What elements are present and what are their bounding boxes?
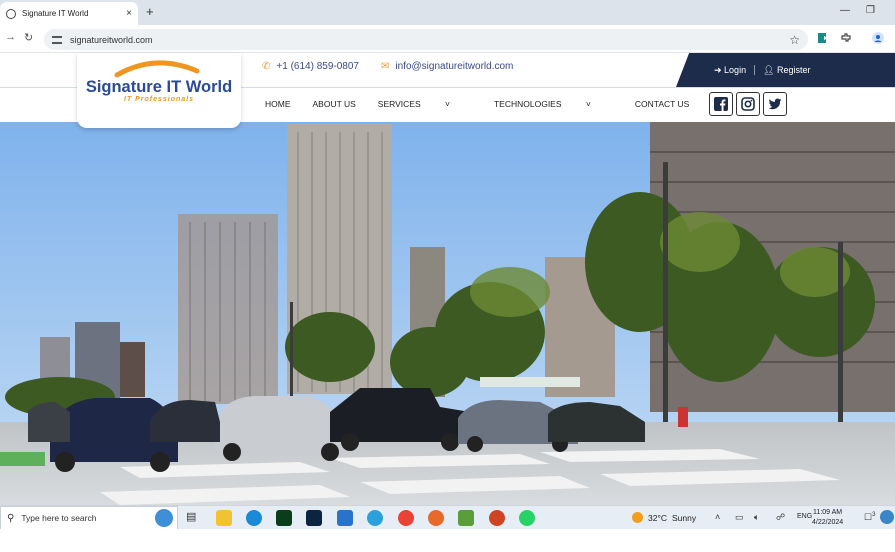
taskbar-search-box[interactable]: ⚲ Type here to search <box>0 506 178 530</box>
extension-icon[interactable] <box>817 32 829 44</box>
chrome-icon[interactable] <box>398 510 414 526</box>
chevron-down-icon: ˅ <box>445 99 450 109</box>
battery-icon[interactable]: ▭ <box>735 512 744 523</box>
hero-banner-image <box>0 122 895 505</box>
auth-bar: ➜ Login 👤︎ Register <box>676 53 895 87</box>
mail-icon[interactable] <box>337 510 353 526</box>
nav-about-us[interactable]: ABOUT US <box>313 99 356 109</box>
file-explorer-icon[interactable] <box>216 510 232 526</box>
weather-temp: 32°C <box>648 512 667 523</box>
register-link[interactable]: 👤︎ Register <box>763 65 810 76</box>
nav-technologies[interactable]: TECHNOLOGIES ˅ <box>494 99 613 109</box>
nav-services-label: SERVICES <box>377 99 421 109</box>
profile-icon[interactable] <box>872 32 884 44</box>
site-favicon-icon <box>6 8 16 19</box>
nav-contact-us[interactable]: CONTACT US <box>635 99 689 109</box>
firefox-icon[interactable] <box>428 510 444 526</box>
weather-desc: Sunny <box>672 512 697 523</box>
weather-app-icon[interactable] <box>880 510 894 524</box>
globe-icon <box>155 509 173 527</box>
search-placeholder: Type here to search <box>21 513 97 523</box>
register-label: Register <box>777 64 811 75</box>
login-label: Login <box>724 64 747 75</box>
website: ✆ +1 (614) 859-0807 ✉ info@signatureitwo… <box>0 53 895 505</box>
windows-taskbar: ⚲ Type here to search ▤ 32°C Sunny ˄ ▭ 🔈… <box>0 505 895 530</box>
facebook-link[interactable] <box>709 92 733 116</box>
site-logo[interactable]: Signature IT World IT Professionals <box>77 53 241 128</box>
forward-icon[interactable]: → <box>5 31 16 43</box>
edge-icon[interactable] <box>246 510 262 526</box>
extensions-puzzle-icon[interactable] <box>840 32 852 44</box>
chevron-down-icon: ˅ <box>585 99 591 109</box>
phone-contact[interactable]: ✆ +1 (614) 859-0807 <box>262 61 359 72</box>
dreamweaver-icon[interactable] <box>276 510 292 526</box>
notification-icon[interactable]: ☐3 <box>864 512 875 523</box>
sun-icon <box>632 512 643 523</box>
clock-time: 11:09 AM <box>813 509 843 516</box>
system-clock[interactable]: 11:09 AM 4/22/2024 <box>812 508 843 528</box>
screen-bottom-margin <box>0 529 895 552</box>
email-contact[interactable]: ✉ info@signatureitworld.com <box>381 61 513 72</box>
chevron-up-icon[interactable]: ˄ <box>715 512 720 522</box>
address-bar[interactable]: signatureitworld.com ☆ <box>44 29 808 50</box>
reload-icon[interactable]: ↻ <box>24 31 33 44</box>
powerpoint-icon[interactable] <box>489 510 505 526</box>
language-indicator[interactable]: ENG <box>797 513 812 520</box>
task-view-icon[interactable]: ▤ <box>186 510 202 526</box>
facebook-icon <box>714 97 728 111</box>
clock-date: 4/22/2024 <box>812 519 844 526</box>
envelope-icon: ✉ <box>381 61 390 72</box>
notification-count: 3 <box>872 512 876 518</box>
instagram-icon <box>741 97 755 111</box>
minimize-icon[interactable]: — <box>840 5 850 16</box>
auth-divider <box>754 65 756 75</box>
telegram-icon[interactable] <box>367 510 383 526</box>
weather-widget[interactable]: 32°C Sunny <box>632 512 696 523</box>
city-street-photo <box>0 122 895 505</box>
site-info-icon[interactable] <box>52 35 62 44</box>
instagram-link[interactable] <box>736 92 760 116</box>
new-tab-button[interactable]: + <box>146 4 154 19</box>
logo-tagline: IT Professionals <box>123 96 195 103</box>
bookmark-star-icon[interactable]: ☆ <box>789 33 800 47</box>
browser-tab[interactable]: Signature IT World × <box>0 2 138 25</box>
twitter-icon <box>768 98 782 110</box>
photoshop-icon[interactable] <box>306 510 322 526</box>
app-icon[interactable] <box>458 510 474 526</box>
network-icon[interactable]: ☍ <box>776 512 785 523</box>
search-icon: ⚲ <box>7 512 15 524</box>
logo-name: Signature IT World <box>85 78 233 96</box>
whatsapp-icon[interactable] <box>519 510 535 526</box>
email-address: info@signatureitworld.com <box>395 61 514 72</box>
nav-home[interactable]: HOME <box>265 99 291 109</box>
tab-close-icon[interactable]: × <box>126 8 132 19</box>
login-link[interactable]: ➜ Login <box>714 65 746 76</box>
phone-number: +1 (614) 859-0807 <box>276 61 359 72</box>
restore-icon[interactable]: ❐ <box>866 5 875 16</box>
volume-icon[interactable]: 🔈︎ <box>754 512 759 523</box>
tab-title: Signature IT World <box>22 9 89 18</box>
url-text: signatureitworld.com <box>70 34 153 45</box>
browser-toolbar: → ↻ signatureitworld.com ☆ <box>0 25 895 53</box>
main-nav: HOME ABOUT US SERVICES ˅ TECHNOLOGIES ˅ … <box>265 99 711 109</box>
twitter-link[interactable] <box>763 92 787 116</box>
phone-icon: ✆ <box>262 61 271 72</box>
nav-technologies-label: TECHNOLOGIES <box>493 99 562 109</box>
social-links <box>709 92 787 116</box>
nav-services[interactable]: SERVICES ˅ <box>378 99 472 109</box>
browser-tab-bar: Signature IT World × + — ❐ <box>0 0 895 25</box>
